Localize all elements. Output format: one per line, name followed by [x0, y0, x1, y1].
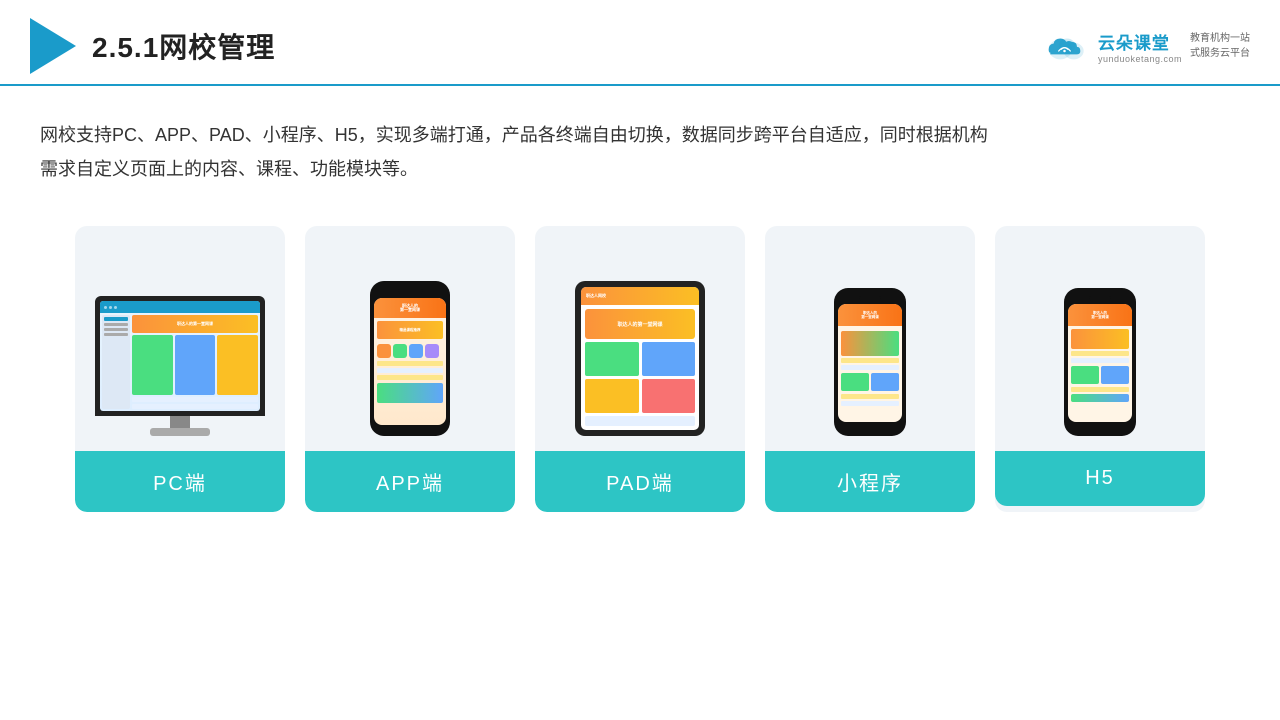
page-title: 2.5.1网校管理 — [92, 26, 275, 66]
pc-monitor-icon: 职达人的第一堂网课 — [95, 296, 265, 436]
pad-image-area: 职达人网校 职达人的第一堂网课 — [550, 246, 730, 436]
h5-card: 职达人的第一堂网课 — [995, 226, 1205, 512]
brand-name: 云朵课堂 yunduoketang.com — [1098, 29, 1182, 64]
description-text: 网校支持PC、APP、PAD、小程序、H5，实现多端打通，产品各终端自由切换，数… — [0, 86, 1100, 206]
header-right: 云朵课堂 yunduoketang.com 教育机构一站 式服务云平台 — [1042, 29, 1250, 64]
pc-image-area: 职达人的第一堂网课 — [90, 246, 270, 436]
h5-phone-icon: 职达人的第一堂网课 — [1064, 288, 1136, 436]
app-image-area: 职达人的第一堂网课 精品课程推荐 — [320, 246, 500, 436]
brand-tagline: 教育机构一站 式服务云平台 — [1190, 31, 1250, 61]
header: 2.5.1网校管理 云朵课堂 yunduoketa — [0, 0, 1280, 86]
h5-image-area: 职达人的第一堂网课 — [1010, 246, 1190, 436]
pad-tablet-icon: 职达人网校 职达人的第一堂网课 — [575, 281, 705, 436]
brand-url: yunduoketang.com — [1098, 54, 1182, 64]
description-paragraph: 网校支持PC、APP、PAD、小程序、H5，实现多端打通，产品各终端自由切换，数… — [40, 118, 1060, 186]
miniprogram-image-area: 职达人的第一堂网课 — [780, 246, 960, 436]
app-phone-icon: 职达人的第一堂网课 精品课程推荐 — [370, 281, 450, 436]
pc-card: 职达人的第一堂网课 — [75, 226, 285, 512]
app-card-label: APP端 — [305, 451, 515, 512]
pad-card: 职达人网校 职达人的第一堂网课 — [535, 226, 745, 512]
cards-section: 职达人的第一堂网课 — [0, 206, 1280, 542]
header-left: 2.5.1网校管理 — [30, 18, 275, 74]
h5-card-label: H5 — [995, 451, 1205, 506]
miniprogram-card-label: 小程序 — [765, 451, 975, 512]
logo-triangle-icon — [30, 18, 76, 74]
brand-icon: 云朵课堂 yunduoketang.com — [1042, 29, 1182, 64]
cloud-icon — [1042, 31, 1092, 61]
pad-card-label: PAD端 — [535, 451, 745, 512]
app-card: 职达人的第一堂网课 精品课程推荐 — [305, 226, 515, 512]
miniprogram-card: 职达人的第一堂网课 — [765, 226, 975, 512]
pc-card-label: PC端 — [75, 451, 285, 512]
brand-name-text: 云朵课堂 — [1098, 29, 1182, 54]
miniprogram-phone-icon: 职达人的第一堂网课 — [834, 288, 906, 436]
brand-logo: 云朵课堂 yunduoketang.com — [1042, 29, 1182, 64]
